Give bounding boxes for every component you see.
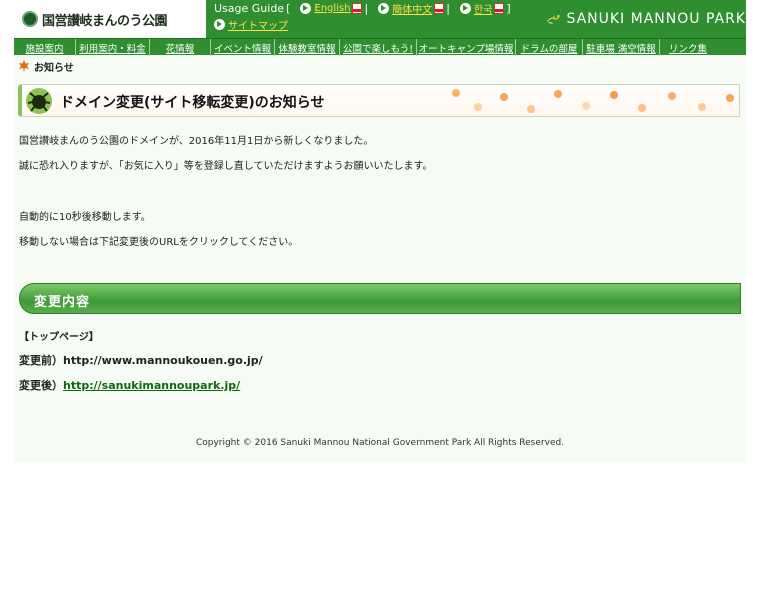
section-title: 変更内容 bbox=[34, 295, 91, 310]
before-label: 変更前） bbox=[19, 354, 63, 367]
copyright: Copyright © 2016 Sanuki Mannou National … bbox=[195, 438, 565, 448]
after-url-row: 変更後）http://sanukimannoupark.jp/ bbox=[19, 377, 240, 393]
bracket-open: [ bbox=[286, 1, 291, 15]
notice-line-2: 誠に恐れ入りますが、「お気に入り」等を登録し直していただけますようお願いいたしま… bbox=[19, 161, 433, 172]
notice-line-3: 自動的に10秒後移動します。 bbox=[19, 212, 151, 223]
changes-section-header: 変更内容 bbox=[19, 283, 741, 314]
pdf-icon bbox=[494, 2, 505, 14]
before-url: http://www.mannoukouen.go.jp/ bbox=[63, 354, 263, 367]
flower-decoration bbox=[500, 93, 508, 101]
divider: | bbox=[364, 1, 369, 15]
flower-decoration bbox=[527, 105, 535, 113]
sitemap-link[interactable]: サイトマップ bbox=[214, 17, 288, 32]
arrow-right-icon bbox=[300, 2, 312, 14]
flower-decoration bbox=[452, 89, 460, 97]
flower-decoration bbox=[638, 104, 646, 112]
nav-item-enjoy-park[interactable]: 公園で楽しもう! bbox=[340, 39, 417, 56]
arrow-right-icon bbox=[378, 2, 390, 14]
after-url-link[interactable]: http://sanukimannoupark.jp/ bbox=[63, 379, 240, 392]
maple-leaf-icon bbox=[19, 60, 29, 72]
nav-item-parking[interactable]: 駐車場 満空情報 bbox=[583, 39, 660, 56]
site-header: 国営讃岐まんのう公園 Usage Guide [ English | 簡体中文 … bbox=[14, 0, 746, 38]
bracket-close: ] bbox=[506, 1, 511, 15]
usage-guide-row: Usage Guide [ English | 簡体中文 | 한국] bbox=[214, 1, 513, 16]
notice-line-4: 移動しない場合は下記変更後のURLをクリックしてください。 bbox=[19, 237, 299, 248]
brand-banner[interactable]: SANUKI MANNOU PARK bbox=[546, 0, 746, 38]
breadcrumb: お知らせ bbox=[18, 59, 74, 74]
notice-title-bar: ドメイン変更(サイト移転変更)のお知らせ bbox=[18, 84, 740, 117]
bug-mascot-icon bbox=[26, 88, 52, 114]
notice-line-1: 国営讃岐まんのう公園のドメインが、2016年11月1日から新しくなりました。 bbox=[19, 136, 374, 147]
breadcrumb-label: お知らせ bbox=[34, 62, 74, 74]
flower-decoration bbox=[668, 92, 676, 100]
nav-item-flowers[interactable]: 花情報 bbox=[150, 39, 211, 56]
nav-item-auto-camp[interactable]: オートキャンプ場情報 bbox=[417, 39, 516, 56]
arrow-right-icon bbox=[459, 2, 471, 14]
language-label[interactable]: 한국 bbox=[474, 1, 492, 16]
flower-decoration bbox=[726, 94, 734, 102]
logo-text: 国営讃岐まんのう公園 bbox=[42, 13, 168, 29]
divider: | bbox=[446, 1, 450, 15]
site-logo[interactable]: 国営讃岐まんのう公園 bbox=[14, 0, 206, 38]
language-link-korean[interactable]: 한국 bbox=[459, 1, 505, 16]
nav-item-facilities[interactable]: 施設案内 bbox=[14, 39, 76, 56]
notice-title: ドメイン変更(サイト移転変更)のお知らせ bbox=[60, 95, 325, 111]
pdf-icon bbox=[352, 2, 363, 14]
nav-item-workshops[interactable]: 体験教室情報 bbox=[275, 39, 340, 56]
nav-item-links[interactable]: リンク集 bbox=[660, 39, 716, 56]
flower-decoration bbox=[554, 90, 562, 98]
language-link-english[interactable]: English bbox=[300, 2, 363, 14]
after-label: 変更後） bbox=[19, 379, 63, 392]
sitemap-label[interactable]: サイトマップ bbox=[228, 17, 288, 32]
flower-decoration bbox=[582, 102, 590, 110]
page-container: 国営讃岐まんのう公園 Usage Guide [ English | 簡体中文 … bbox=[14, 0, 746, 462]
flower-decoration bbox=[610, 91, 618, 99]
nav-item-usage-fees[interactable]: 利用案内・料金 bbox=[76, 39, 150, 56]
language-link-chinese[interactable]: 簡体中文 bbox=[378, 1, 445, 16]
language-label[interactable]: 簡体中文 bbox=[392, 1, 432, 16]
language-label[interactable]: English bbox=[314, 3, 350, 14]
main-nav: 施設案内 利用案内・料金 花情報 イベント情報 体験教室情報 公園で楽しもう! … bbox=[14, 38, 746, 56]
nav-item-drum-room[interactable]: ドラムの部屋 bbox=[516, 39, 583, 56]
arrow-right-icon bbox=[214, 19, 225, 30]
top-page-label: 【トップページ】 bbox=[19, 332, 99, 343]
before-url-row: 変更前）http://www.mannoukouen.go.jp/ bbox=[19, 352, 263, 368]
pdf-icon bbox=[434, 2, 445, 14]
flower-decoration bbox=[474, 103, 482, 111]
dragon-mascot-icon bbox=[546, 14, 560, 24]
flower-decoration bbox=[698, 103, 706, 111]
brand-text: SANUKI MANNOU PARK bbox=[566, 11, 746, 27]
nav-item-events[interactable]: イベント情報 bbox=[211, 39, 275, 56]
park-emblem-icon bbox=[22, 11, 38, 27]
usage-guide-label: Usage Guide bbox=[214, 1, 285, 15]
